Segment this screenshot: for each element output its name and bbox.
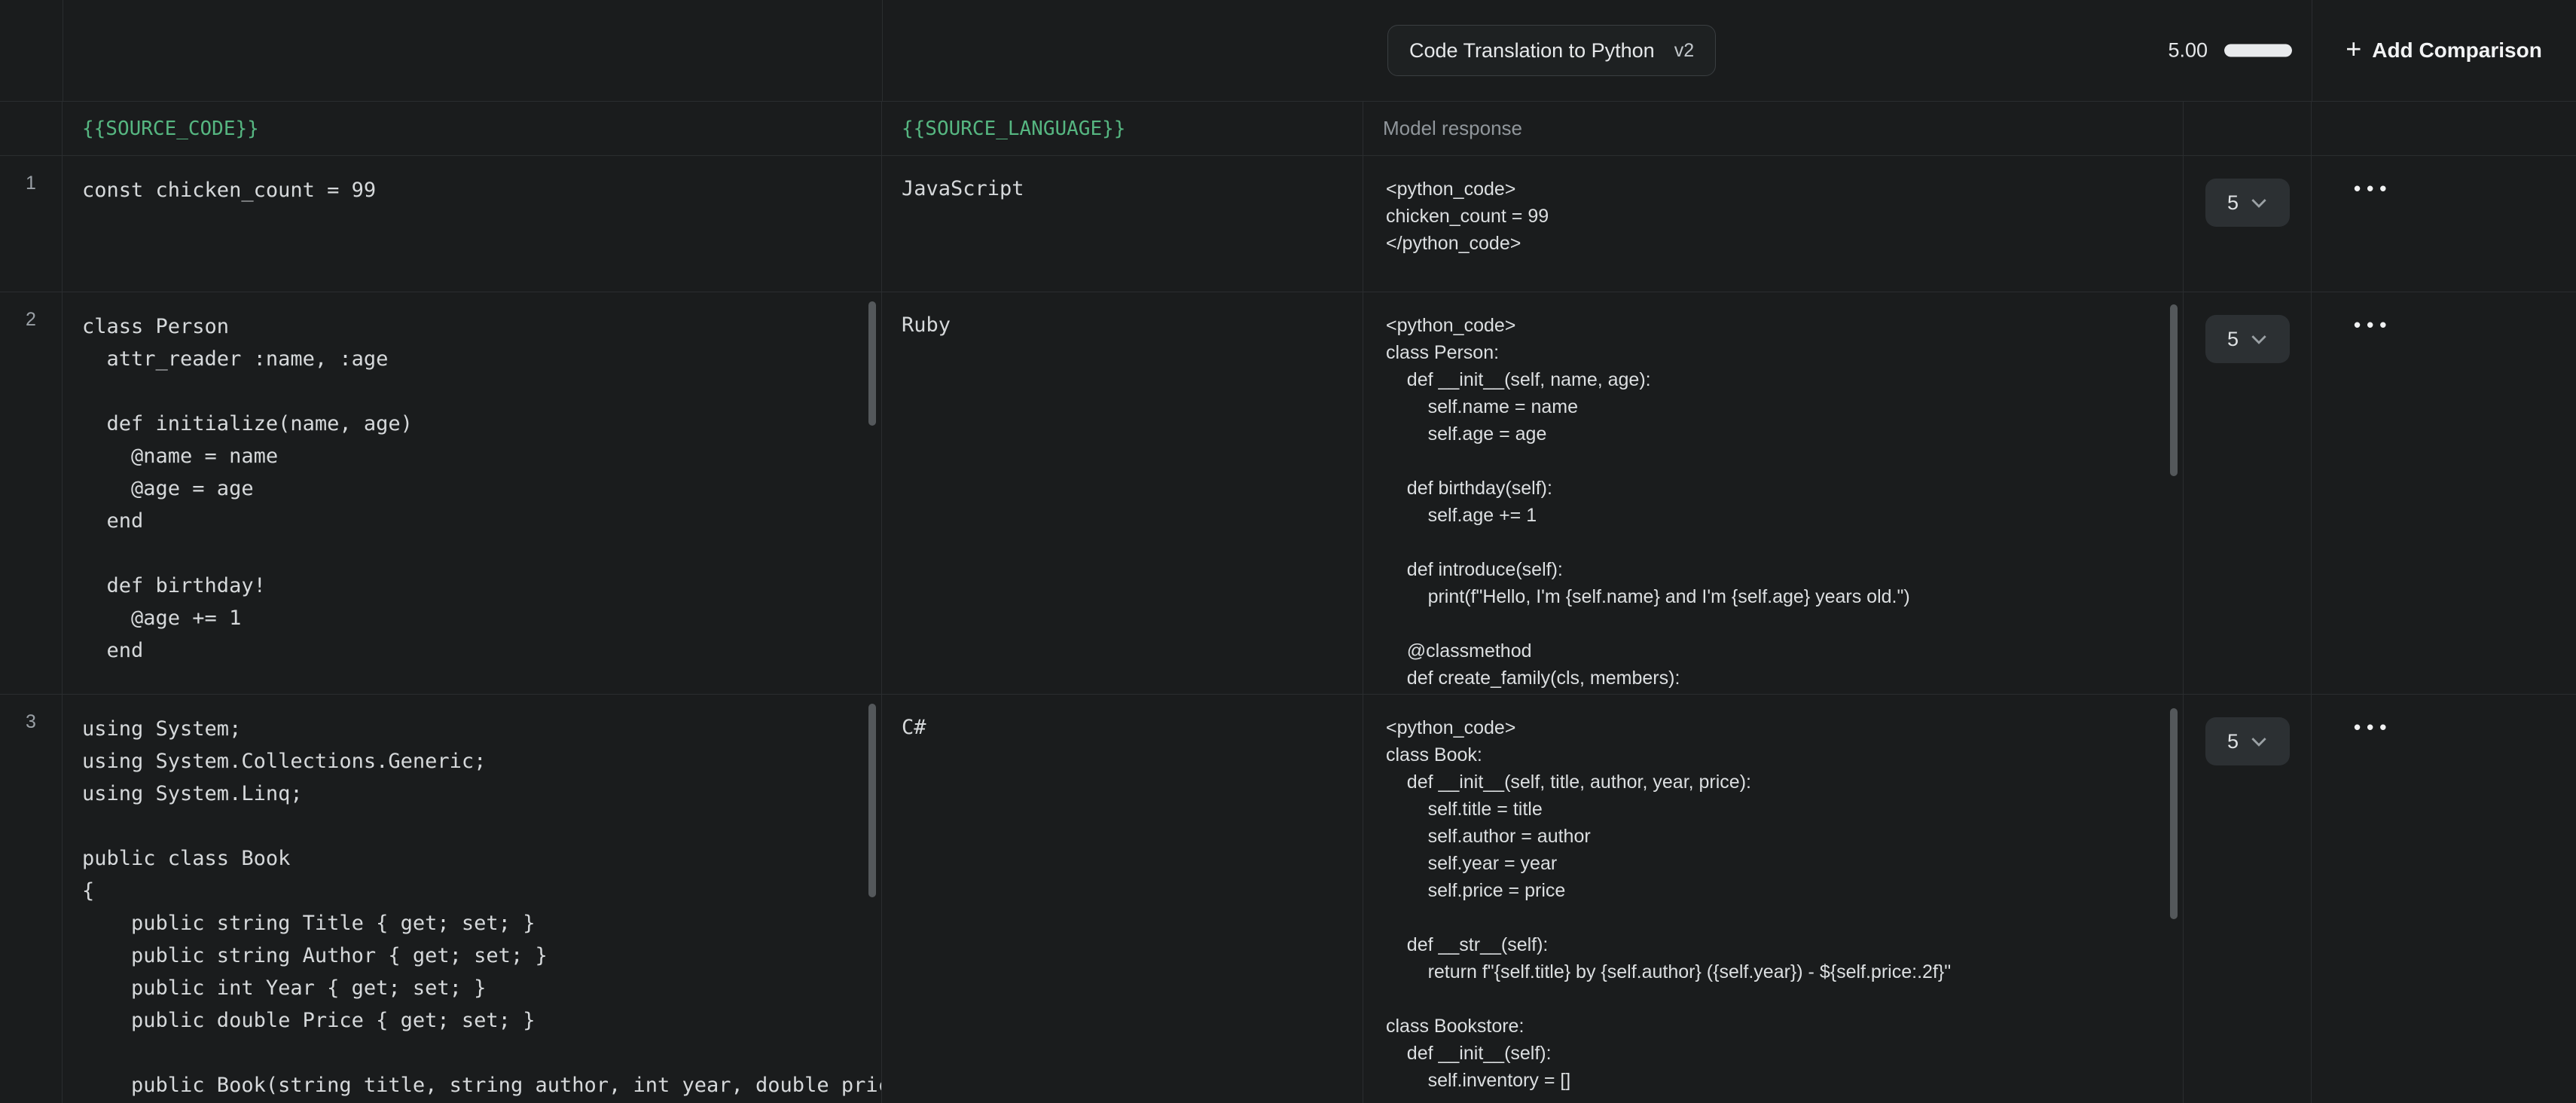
source-code-cell[interactable]: class Person attr_reader :name, :age def… xyxy=(63,292,882,694)
column-header-source-language[interactable]: {{SOURCE_LANGUAGE}} xyxy=(882,102,1363,155)
row-actions-cell: ••• xyxy=(2312,695,2576,1103)
rating-value: 5 xyxy=(2227,730,2239,753)
more-menu-button[interactable]: ••• xyxy=(2354,179,2392,198)
vertical-scrollbar-thumb[interactable] xyxy=(868,301,876,426)
source-code-cell[interactable]: using System; using System.Collections.G… xyxy=(63,695,882,1103)
source-code-cell[interactable]: const chicken_count = 99 xyxy=(63,156,882,292)
column-header-model-response: Model response xyxy=(1363,102,2184,155)
rating-dropdown[interactable]: 5 xyxy=(2205,717,2290,765)
add-comparison-button[interactable]: + Add Comparison xyxy=(2312,0,2576,101)
model-response-cell[interactable]: <python_code> class Book: def __init__(s… xyxy=(1363,695,2184,1103)
model-response-text: <python_code> class Book: def __init__(s… xyxy=(1363,695,2183,1103)
score-bar-fill xyxy=(2224,44,2292,57)
add-comparison-label: Add Comparison xyxy=(2372,38,2542,63)
model-response-cell[interactable]: <python_code> chicken_count = 99 </pytho… xyxy=(1363,156,2184,292)
source-code-text: class Person attr_reader :name, :age def… xyxy=(63,292,881,685)
row-actions-cell: ••• xyxy=(2312,156,2576,292)
source-code-text: const chicken_count = 99 xyxy=(63,156,881,225)
prompt-version-pill[interactable]: Code Translation to Python v2 xyxy=(1387,25,1716,76)
vertical-scrollbar-thumb[interactable] xyxy=(2170,708,2178,919)
prompt-name: Code Translation to Python xyxy=(1409,39,1655,63)
column-header-actions xyxy=(2312,102,2576,155)
rating-dropdown[interactable]: 5 xyxy=(2205,179,2290,227)
rating-value: 5 xyxy=(2227,191,2239,215)
column-header-row-number xyxy=(0,102,63,155)
chevron-down-icon xyxy=(2251,335,2267,344)
source-language-cell[interactable]: Ruby xyxy=(882,292,1363,694)
source-language-cell[interactable]: C# xyxy=(882,695,1363,1103)
vertical-scrollbar-thumb[interactable] xyxy=(2170,304,2178,476)
toolbar: Code Translation to Python v2 5.00 + Add… xyxy=(0,0,2576,102)
row-number: 1 xyxy=(0,156,63,292)
source-language-text: C# xyxy=(882,695,1363,760)
row-number: 2 xyxy=(0,292,63,694)
chevron-down-icon xyxy=(2251,737,2267,747)
rating-cell: 5 xyxy=(2184,156,2312,292)
rating-cell: 5 xyxy=(2184,292,2312,694)
evaluation-table: 1 const chicken_count = 99 JavaScript <p… xyxy=(0,156,2576,1103)
score-bar xyxy=(2224,44,2292,57)
rating-value: 5 xyxy=(2227,328,2239,351)
table-row: 3 using System; using System.Collections… xyxy=(0,695,2576,1103)
plus-icon: + xyxy=(2346,35,2361,63)
source-language-cell[interactable]: JavaScript xyxy=(882,156,1363,292)
table-row: 2 class Person attr_reader :name, :age d… xyxy=(0,292,2576,695)
column-header-rating xyxy=(2184,102,2312,155)
more-menu-button[interactable]: ••• xyxy=(2354,717,2392,737)
row-actions-cell: ••• xyxy=(2312,292,2576,694)
table-row: 1 const chicken_count = 99 JavaScript <p… xyxy=(0,156,2576,292)
column-header-row: {{SOURCE_CODE}} {{SOURCE_LANGUAGE}} Mode… xyxy=(0,102,2576,156)
row-number: 3 xyxy=(0,695,63,1103)
vertical-scrollbar-thumb[interactable] xyxy=(868,704,876,897)
rating-cell: 5 xyxy=(2184,695,2312,1103)
toolbar-divider xyxy=(882,0,883,101)
version-badge: v2 xyxy=(1674,40,1694,62)
more-menu-button[interactable]: ••• xyxy=(2354,315,2392,335)
rating-dropdown[interactable]: 5 xyxy=(2205,315,2290,363)
chevron-down-icon xyxy=(2251,198,2267,208)
model-response-cell[interactable]: <python_code> class Person: def __init__… xyxy=(1363,292,2184,694)
average-score: 5.00 xyxy=(2168,39,2292,63)
source-code-text: using System; using System.Collections.G… xyxy=(63,695,881,1103)
model-response-text: <python_code> chicken_count = 99 </pytho… xyxy=(1363,156,2183,277)
column-header-source-code[interactable]: {{SOURCE_CODE}} xyxy=(63,102,882,155)
model-response-text: <python_code> class Person: def __init__… xyxy=(1363,292,2183,694)
source-language-text: JavaScript xyxy=(882,156,1363,222)
score-value: 5.00 xyxy=(2168,39,2208,63)
source-language-text: Ruby xyxy=(882,292,1363,358)
